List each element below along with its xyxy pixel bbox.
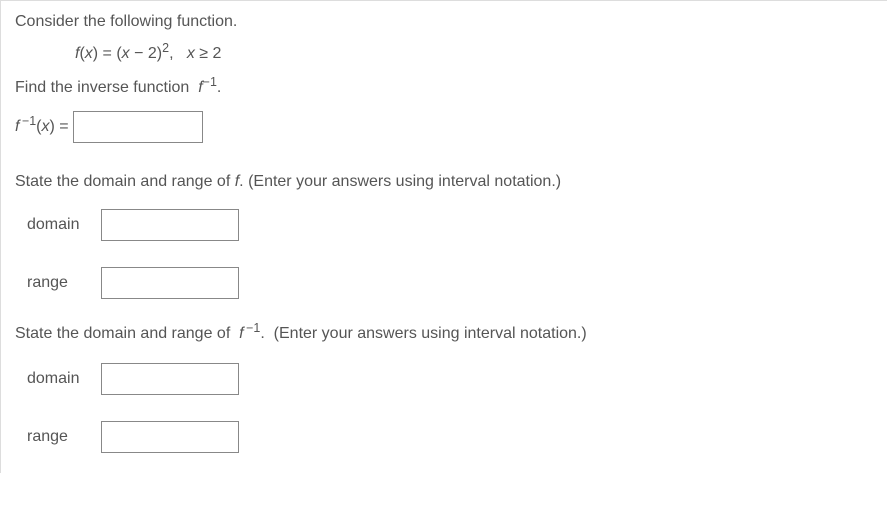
period: .: [217, 79, 221, 96]
domain-label-f: domain: [27, 216, 97, 234]
equals-part: ) = (: [93, 45, 122, 62]
f-range-row: range: [27, 267, 873, 299]
sec-finv-prefix: State the domain and range of: [15, 325, 239, 342]
sec-finv-f: f: [239, 325, 243, 342]
minus-2-close: − 2): [130, 45, 162, 62]
cond-x: x: [187, 45, 195, 62]
sup-neg1: −1: [203, 75, 217, 89]
label-x: x: [42, 118, 50, 135]
finv-domain-input[interactable]: [101, 363, 239, 395]
inverse-label: f −1(x) =: [15, 118, 69, 136]
f-italic: f: [198, 79, 202, 96]
inverse-answer-row: f −1(x) =: [15, 111, 873, 143]
exponent-2: 2: [162, 41, 169, 55]
finv-domain-row: domain: [27, 363, 873, 395]
finv-range-row: range: [27, 421, 873, 453]
cond-ge-2: ≥ 2: [195, 45, 222, 62]
comma-sep: ,: [169, 45, 187, 62]
f-domain-row: domain: [27, 209, 873, 241]
f-range-input[interactable]: [101, 267, 239, 299]
intro-text: Consider the following function.: [15, 13, 873, 31]
inverse-function-input[interactable]: [73, 111, 203, 143]
x-var: x: [85, 45, 93, 62]
domain-label-finv: domain: [27, 370, 97, 388]
section-finv-header: State the domain and range of f −1. (Ent…: [15, 325, 873, 343]
function-definition: f(x) = (x − 2)2, x ≥ 2: [75, 45, 873, 63]
find-inverse-instruction: Find the inverse function f−1.: [15, 79, 873, 97]
sec-finv-suffix: . (Enter your answers using interval not…: [260, 325, 586, 342]
range-label-finv: range: [27, 428, 97, 446]
sec-finv-sup: −1: [244, 321, 261, 335]
f-domain-input[interactable]: [101, 209, 239, 241]
sec-f-suffix: . (Enter your answers using interval not…: [239, 173, 561, 190]
label-sup: −1: [19, 114, 36, 128]
label-close: ) =: [50, 118, 69, 135]
sec-f-prefix: State the domain and range of: [15, 173, 235, 190]
section-f-header: State the domain and range of f. (Enter …: [15, 173, 873, 191]
find-prefix: Find the inverse function: [15, 79, 198, 96]
inner-x: x: [122, 45, 130, 62]
range-label-f: range: [27, 274, 97, 292]
finv-range-input[interactable]: [101, 421, 239, 453]
